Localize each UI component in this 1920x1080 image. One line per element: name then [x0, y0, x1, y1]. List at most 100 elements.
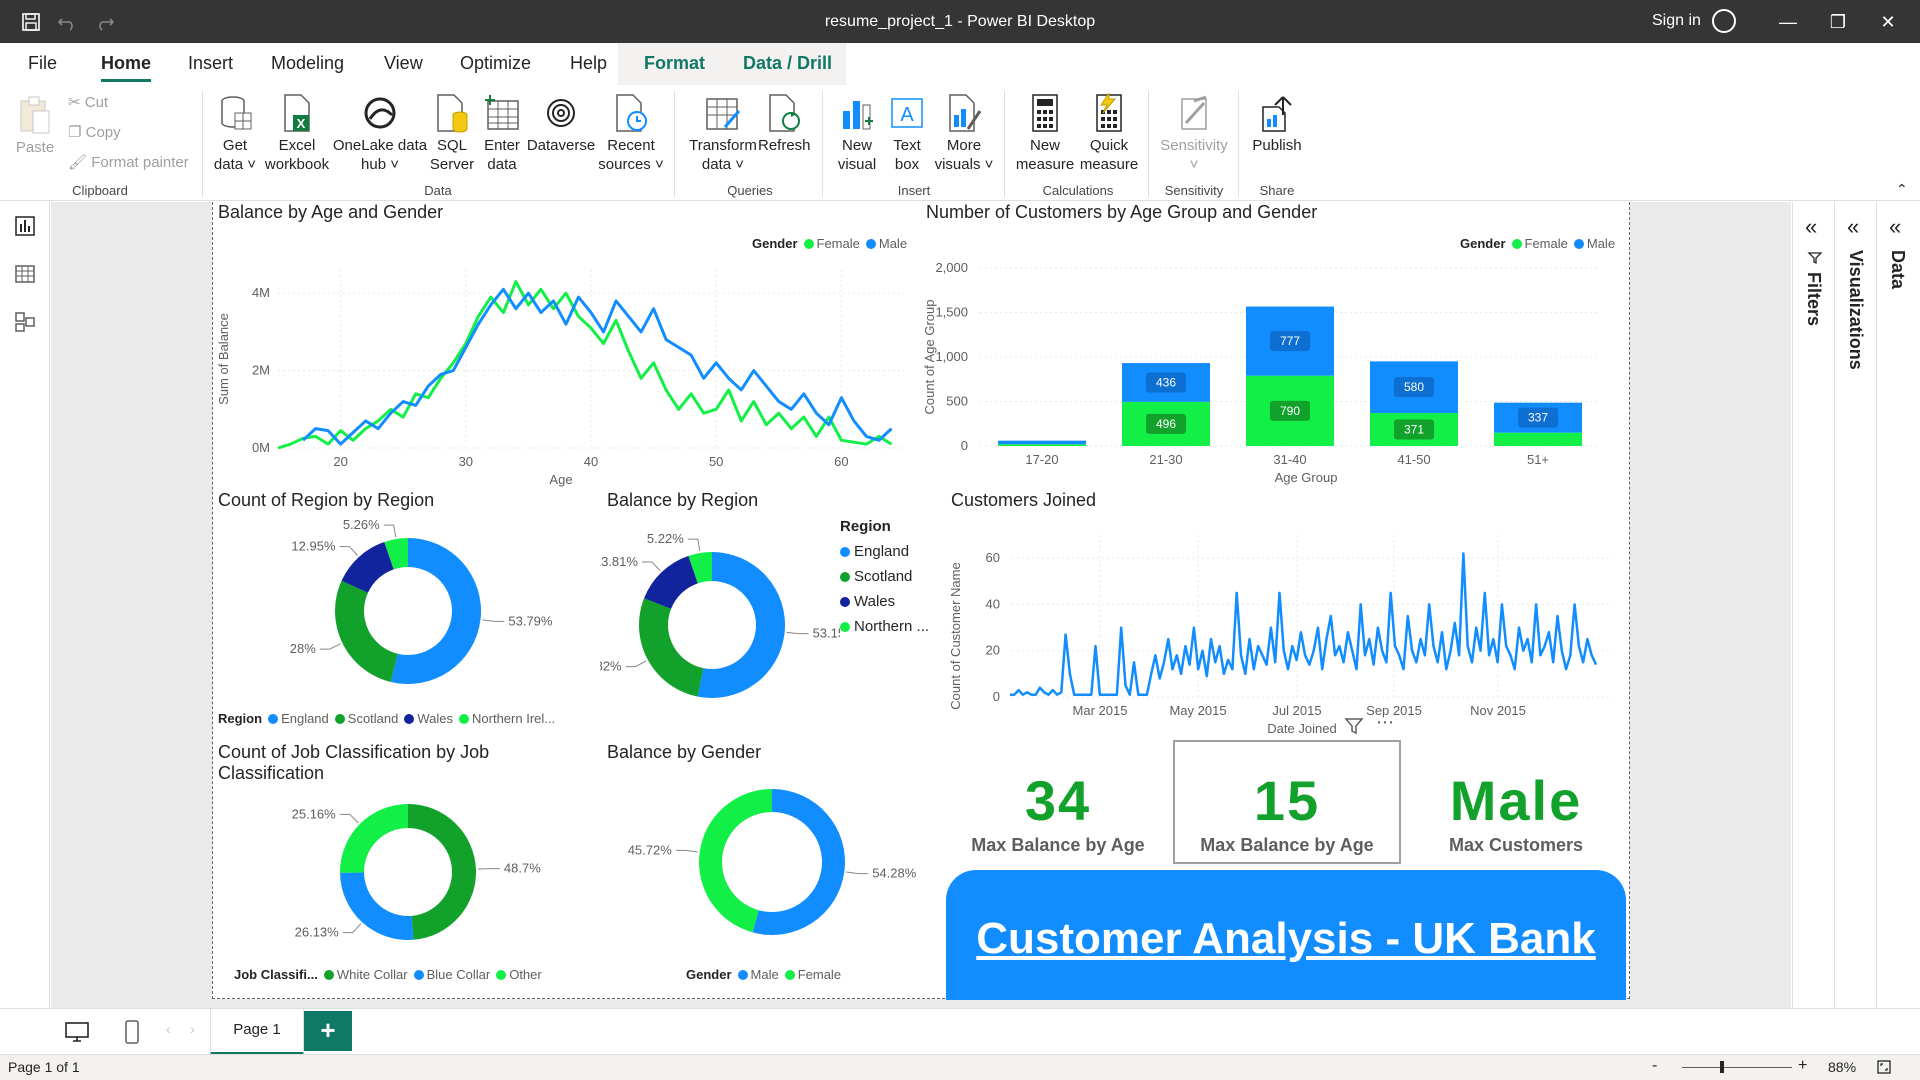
- visualizations-pane[interactable]: « Visualizations: [1834, 202, 1876, 1008]
- page-tab-1[interactable]: Page 1: [210, 1009, 304, 1055]
- legend-female[interactable]: Female: [1525, 236, 1568, 251]
- sign-in-link[interactable]: Sign in: [1652, 12, 1701, 30]
- legend-northern-ireland[interactable]: Northern Irel...: [472, 711, 555, 726]
- balance-age-gender-legend: Gender Female Male: [752, 236, 907, 251]
- model-view-icon[interactable]: [13, 310, 37, 334]
- leader-line: [846, 871, 869, 875]
- tab-help[interactable]: Help: [570, 53, 607, 74]
- transform-data-button[interactable]: Transform data ˅: [682, 93, 764, 174]
- tab-insert[interactable]: Insert: [188, 53, 233, 74]
- legend-blue-collar[interactable]: Blue Collar: [427, 967, 491, 982]
- report-view-icon[interactable]: [13, 214, 37, 238]
- filter-icon[interactable]: [1344, 716, 1364, 736]
- ribbon-separator: [1004, 91, 1005, 197]
- legend-other[interactable]: Other: [509, 967, 542, 982]
- legend-female[interactable]: Female: [798, 967, 841, 982]
- enter-data-button[interactable]: Enter data: [478, 93, 526, 174]
- format-painter-button[interactable]: 🖌 Format painter: [68, 153, 189, 171]
- collapse-ribbon-icon[interactable]: ⌃: [1896, 181, 1908, 198]
- count-region-donut[interactable]: 53.79% 28% 12.95% 5.26%: [212, 515, 592, 705]
- zoom-slider-thumb[interactable]: [1720, 1061, 1724, 1073]
- legend-item-scotland[interactable]: Scotland: [840, 568, 929, 585]
- refresh-button[interactable]: Refresh: [758, 93, 811, 155]
- copy-button[interactable]: ❐ Copy: [68, 123, 121, 141]
- female-dot-icon: [1511, 239, 1522, 249]
- legend-white-collar[interactable]: White Collar: [337, 967, 408, 982]
- filters-pane[interactable]: « Filters: [1792, 202, 1834, 1008]
- kpi-card-max-balance-age-2[interactable]: 15 Max Balance by Age: [1180, 768, 1394, 856]
- excel-workbook-button[interactable]: X Excel workbook: [262, 93, 332, 174]
- legend-england[interactable]: England: [281, 711, 329, 726]
- account-icon[interactable]: [1712, 9, 1736, 33]
- next-page-icon[interactable]: ›: [190, 1021, 195, 1037]
- leader-line: [319, 643, 341, 650]
- tab-modeling[interactable]: Modeling: [271, 53, 344, 74]
- new-measure-button[interactable]: New measure: [1012, 93, 1078, 174]
- customers-age-group-chart[interactable]: 0 500 1,000 1,500 2,000 Count of Age Group Age…: [920, 250, 1620, 490]
- balance-gender-donut[interactable]: 54.28% 45.72%: [600, 776, 940, 956]
- dataverse-button[interactable]: Dataverse: [526, 93, 596, 155]
- fit-to-page-icon[interactable]: [1876, 1059, 1892, 1075]
- restore-icon[interactable]: ❐: [1826, 10, 1850, 34]
- x-axis-label: Date Joined: [1267, 721, 1336, 736]
- legend-male[interactable]: Male: [751, 967, 779, 982]
- previous-page-icon[interactable]: ‹: [166, 1021, 171, 1037]
- desktop-layout-icon[interactable]: [64, 1021, 90, 1043]
- data-label: 371: [1404, 422, 1424, 436]
- male-dot-icon: [865, 239, 876, 249]
- cut-button[interactable]: ✂ Cut: [68, 93, 108, 111]
- more-visuals-button[interactable]: More visuals ˅: [934, 93, 994, 174]
- legend-item-northern[interactable]: Northern ...: [840, 618, 929, 635]
- legend-item-wales[interactable]: Wales: [840, 593, 929, 610]
- job-class-donut[interactable]: 48.7% 26.13% 25.16%: [212, 790, 592, 950]
- tab-format[interactable]: Format: [644, 53, 705, 74]
- expand-filters-icon[interactable]: «: [1805, 214, 1817, 240]
- table-view-icon[interactable]: [13, 262, 37, 286]
- legend-scotland[interactable]: Scotland: [348, 711, 399, 726]
- data-pane[interactable]: « Data: [1876, 202, 1920, 1008]
- tab-optimize[interactable]: Optimize: [460, 53, 531, 74]
- x-tick-label: 51+: [1527, 452, 1549, 467]
- get-data-button[interactable]: Get data ˅: [210, 93, 260, 174]
- quick-measure-button[interactable]: Quick measure: [1076, 93, 1142, 174]
- balance-age-gender-chart[interactable]: 0M 2M 4M 20 30 40 50 60 Sum of Balance Age: [212, 250, 912, 490]
- tab-home[interactable]: Home: [101, 53, 152, 82]
- report-banner[interactable]: Customer Analysis - UK Bank: [946, 870, 1626, 1000]
- onelake-data-hub-button[interactable]: OneLake data hub ˅: [332, 93, 428, 174]
- recent-sources-button[interactable]: Recent sources ˅: [596, 93, 666, 174]
- legend-title: Gender: [1460, 236, 1506, 251]
- more-options-icon[interactable]: ⋯: [1376, 712, 1395, 733]
- customers-joined-chart[interactable]: 0204060Mar 2015 May 2015 Jul 2015 Sep 2015 N…: [940, 515, 1620, 740]
- leader-line: [383, 524, 397, 538]
- balance-region-title: Balance by Region: [607, 490, 759, 510]
- zoom-in-icon[interactable]: +: [1798, 1057, 1807, 1075]
- sql-server-button[interactable]: SQL Server: [428, 93, 476, 174]
- expand-visualizations-icon[interactable]: «: [1847, 214, 1859, 240]
- kpi-card-max-customers[interactable]: Male Max Customers: [1416, 768, 1616, 856]
- legend-item-england[interactable]: England: [840, 543, 929, 560]
- legend-male[interactable]: Male: [879, 236, 907, 251]
- data-label: 580: [1404, 380, 1424, 394]
- tab-file[interactable]: File: [28, 53, 57, 74]
- kpi-card-max-balance-age-1[interactable]: 34 Max Balance by Age: [958, 768, 1158, 856]
- minimize-icon[interactable]: —: [1776, 10, 1800, 34]
- zoom-out-icon[interactable]: -: [1652, 1057, 1657, 1075]
- expand-data-icon[interactable]: «: [1889, 214, 1901, 240]
- y-tick-label: 0M: [252, 440, 270, 455]
- balance-region-donut[interactable]: 53.15% 27.82% 13.81% 5.22%: [600, 515, 840, 705]
- add-page-button[interactable]: +: [304, 1011, 352, 1051]
- tab-data-drill[interactable]: Data / Drill: [743, 53, 832, 74]
- legend-female[interactable]: Female: [817, 236, 860, 251]
- publish-button[interactable]: Publish: [1246, 93, 1308, 155]
- tab-view[interactable]: View: [384, 53, 423, 74]
- close-icon[interactable]: ✕: [1876, 10, 1900, 34]
- sensitivity-button[interactable]: Sensitivity ˅: [1156, 93, 1232, 174]
- zoom-slider-track[interactable]: [1682, 1067, 1792, 1068]
- legend-wales[interactable]: Wales: [417, 711, 453, 726]
- text-box-button[interactable]: A Text box: [884, 93, 930, 174]
- new-visual-button[interactable]: New visual: [832, 93, 882, 174]
- legend-male[interactable]: Male: [1587, 236, 1615, 251]
- paste-button[interactable]: Paste: [14, 95, 56, 157]
- mobile-layout-icon[interactable]: [124, 1019, 140, 1045]
- x-tick-label: May 2015: [1169, 703, 1226, 718]
